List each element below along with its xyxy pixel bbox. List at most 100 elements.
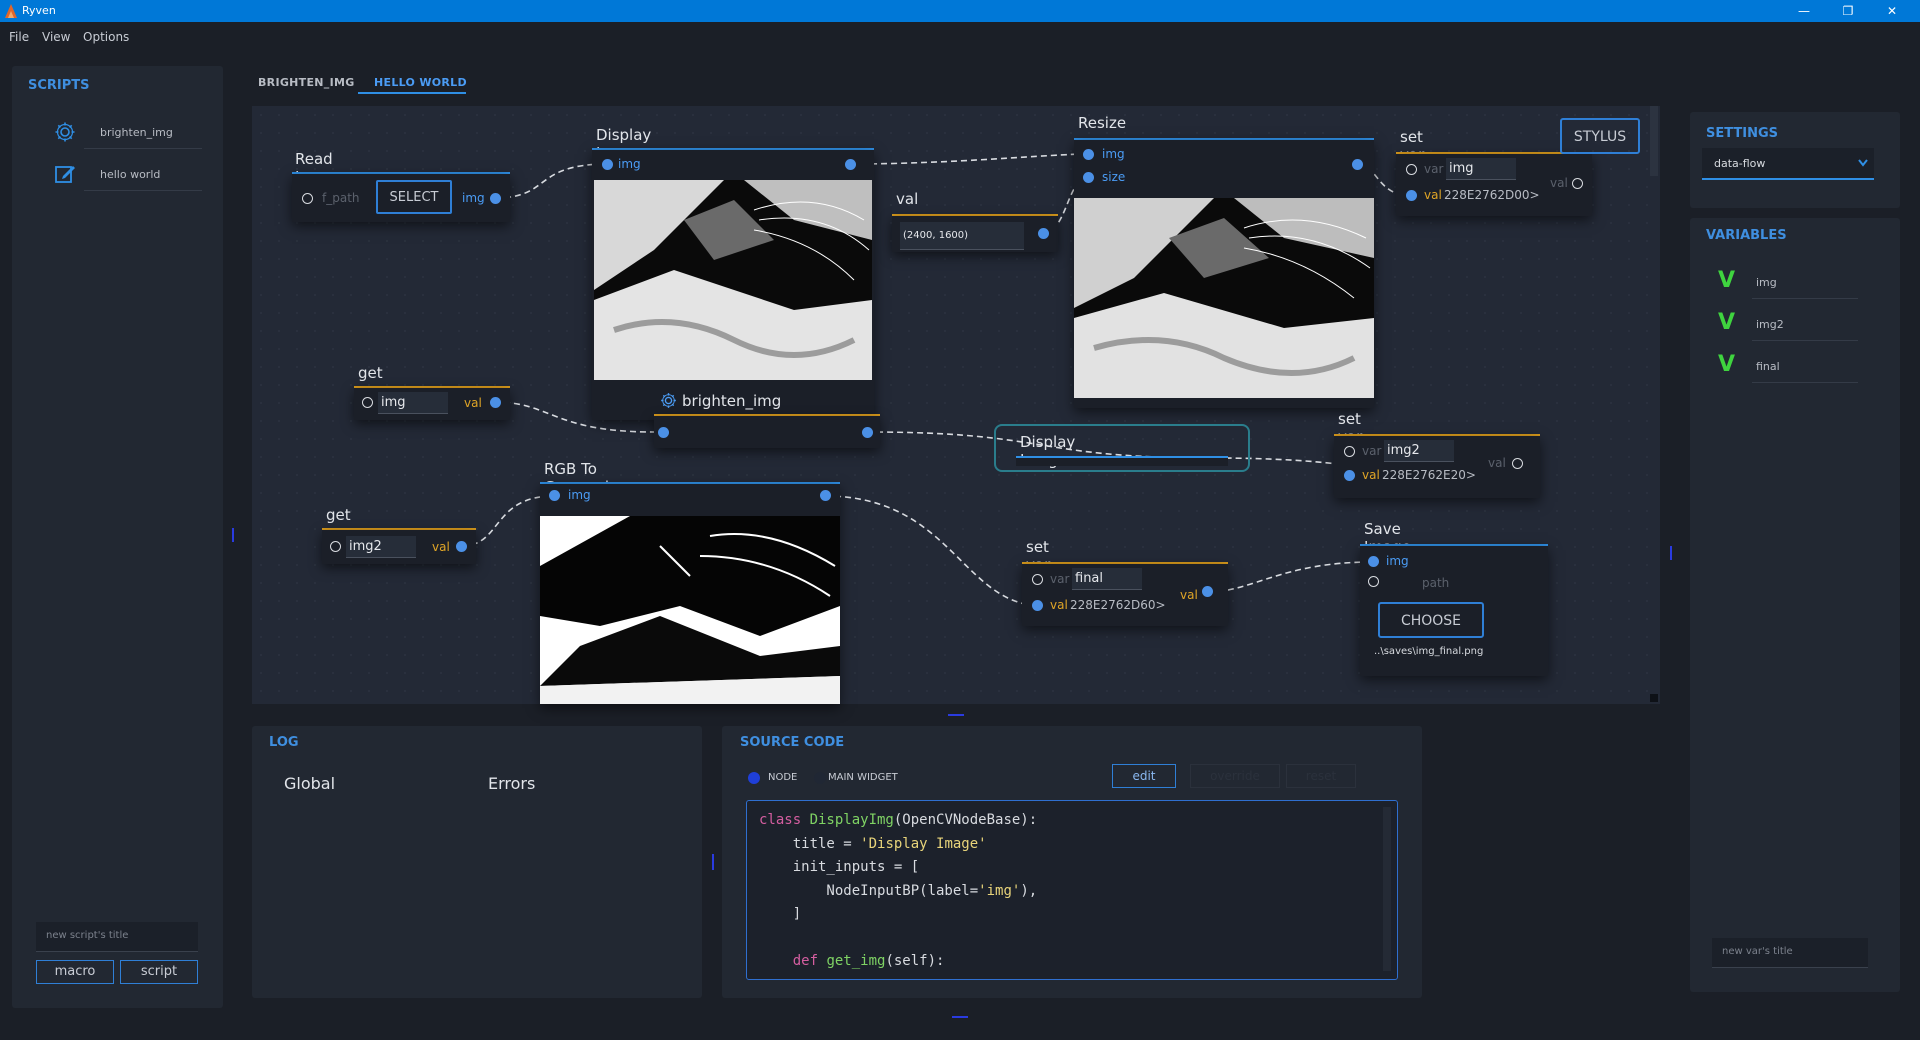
scripts-title: SCRIPTS [28,78,90,93]
input-port[interactable] [658,427,669,438]
log-panel: LOG Global Errors [252,726,702,998]
menu-view[interactable]: View [42,30,70,44]
code-line: def get_img(self): [759,953,945,969]
code-line: NodeInputBP(label='img'), [759,882,1038,899]
splitter-handle[interactable] [1670,546,1672,560]
splitter-handle[interactable] [712,854,714,870]
input-port[interactable] [1368,576,1379,587]
variable-icon: V [1718,268,1736,293]
input-port[interactable] [330,541,341,552]
active-tab-indicator [358,92,466,94]
image-preview [1074,198,1374,398]
input-port[interactable] [1032,600,1043,611]
source-code-panel: SOURCE CODE NODE MAIN WIDGET edit overri… [722,726,1422,998]
output-port[interactable] [490,397,501,408]
input-port[interactable] [549,490,560,501]
output-port[interactable] [820,490,831,501]
output-port[interactable] [490,193,501,204]
splitter-handle[interactable] [952,1016,968,1018]
port-label: img [1102,147,1125,161]
var-name-input[interactable]: img2 [346,536,416,558]
output-port[interactable] [1202,586,1213,597]
tab-hello-world[interactable]: HELLO WORLD [374,76,467,89]
port-label: size [1102,170,1126,184]
input-port[interactable] [1083,149,1094,160]
menu-options[interactable]: Options [83,30,129,44]
input-port[interactable] [1344,446,1355,457]
output-port[interactable] [845,159,856,170]
input-port[interactable] [302,193,313,204]
output-port[interactable] [862,427,873,438]
close-button[interactable]: ✕ [1872,2,1912,20]
variable-item-final[interactable]: V final [1718,352,1858,383]
choose-button[interactable]: CHOOSE [1378,602,1484,638]
var-name-input[interactable]: img2 [1384,440,1454,462]
input-port[interactable] [1406,190,1417,201]
output-port[interactable] [1038,228,1049,239]
select-button[interactable]: SELECT [376,180,452,214]
input-port[interactable] [1032,574,1043,585]
edit-button[interactable]: edit [1112,764,1176,788]
input-port[interactable] [362,397,373,408]
restore-button[interactable]: ❐ [1828,2,1868,20]
code-text[interactable]: class DisplayImg(OpenCVNodeBase): title … [759,809,1037,974]
variable-item-img[interactable]: V img [1718,268,1858,299]
var-name-input[interactable]: img [1446,158,1516,180]
minimize-button[interactable]: — [1784,2,1824,20]
node-title: val [896,190,919,208]
var-name-input[interactable]: final [1072,568,1142,590]
canvas-vertical-scrollbar[interactable] [1650,106,1658,176]
new-script-title-input[interactable]: new script's title [36,922,198,952]
code-scrollbar[interactable] [1383,807,1391,971]
code-editor[interactable]: class DisplayImg(OpenCVNodeBase): title … [746,800,1398,980]
val-value: 228E2762D00> [1444,188,1540,202]
script-item-hello-world[interactable]: hello world [42,160,202,191]
var-name-input[interactable]: img [378,392,448,414]
val-input[interactable]: (2400, 1600) [900,222,1024,250]
output-port[interactable] [456,541,467,552]
flow-mode-select[interactable]: data-flow [1702,148,1874,180]
port-label: img [1386,554,1409,568]
divider [1752,298,1858,299]
log-title: LOG [269,735,299,750]
output-port[interactable] [1512,458,1523,469]
image-preview [540,516,840,704]
output-port[interactable] [1352,159,1363,170]
input-port[interactable] [1344,470,1355,481]
input-port[interactable] [1406,164,1417,175]
log-tab-global[interactable]: Global [284,774,335,793]
divider [1752,340,1858,341]
settings-title: SETTINGS [1706,126,1779,141]
script-button[interactable]: script [120,960,198,984]
window-title: Ryven [22,4,56,17]
override-button[interactable]: override [1190,764,1280,788]
main-widget-radio[interactable] [814,772,826,784]
new-variable-title-input[interactable]: new var's title [1712,938,1868,968]
gear-icon [661,393,676,408]
variable-item-img2[interactable]: V img2 [1718,310,1858,341]
output-port[interactable] [1572,178,1583,189]
tab-brighten-img[interactable]: BRIGHTEN_IMG [258,76,355,89]
stylus-button[interactable]: STYLUS [1560,118,1640,154]
script-item-brighten-img[interactable]: brighten_img [42,118,202,149]
menu-file[interactable]: File [9,30,29,44]
node-body [1016,458,1228,466]
macro-button[interactable]: macro [36,960,114,984]
val-value: 228E2762D60> [1070,598,1166,612]
menu-bar: File View Options [0,22,1920,50]
reset-button[interactable]: reset [1286,764,1356,788]
node-radio[interactable] [748,772,760,784]
log-tab-errors[interactable]: Errors [488,774,535,793]
flow-canvas[interactable]: Read Image f_path SELECT img Display Ima… [252,106,1660,704]
port-label: img [568,488,591,502]
splitter-handle[interactable] [232,528,234,542]
variables-panel: VARIABLES V img V img2 V final new var's… [1690,218,1900,992]
port-label: val [1488,456,1506,470]
splitter-handle[interactable] [948,714,964,716]
code-line: title = 'Display Image' [759,835,987,852]
input-port[interactable] [1368,556,1379,567]
edit-icon [55,166,75,183]
port-label: f_path [322,191,360,205]
input-port[interactable] [602,159,613,170]
input-port[interactable] [1083,172,1094,183]
